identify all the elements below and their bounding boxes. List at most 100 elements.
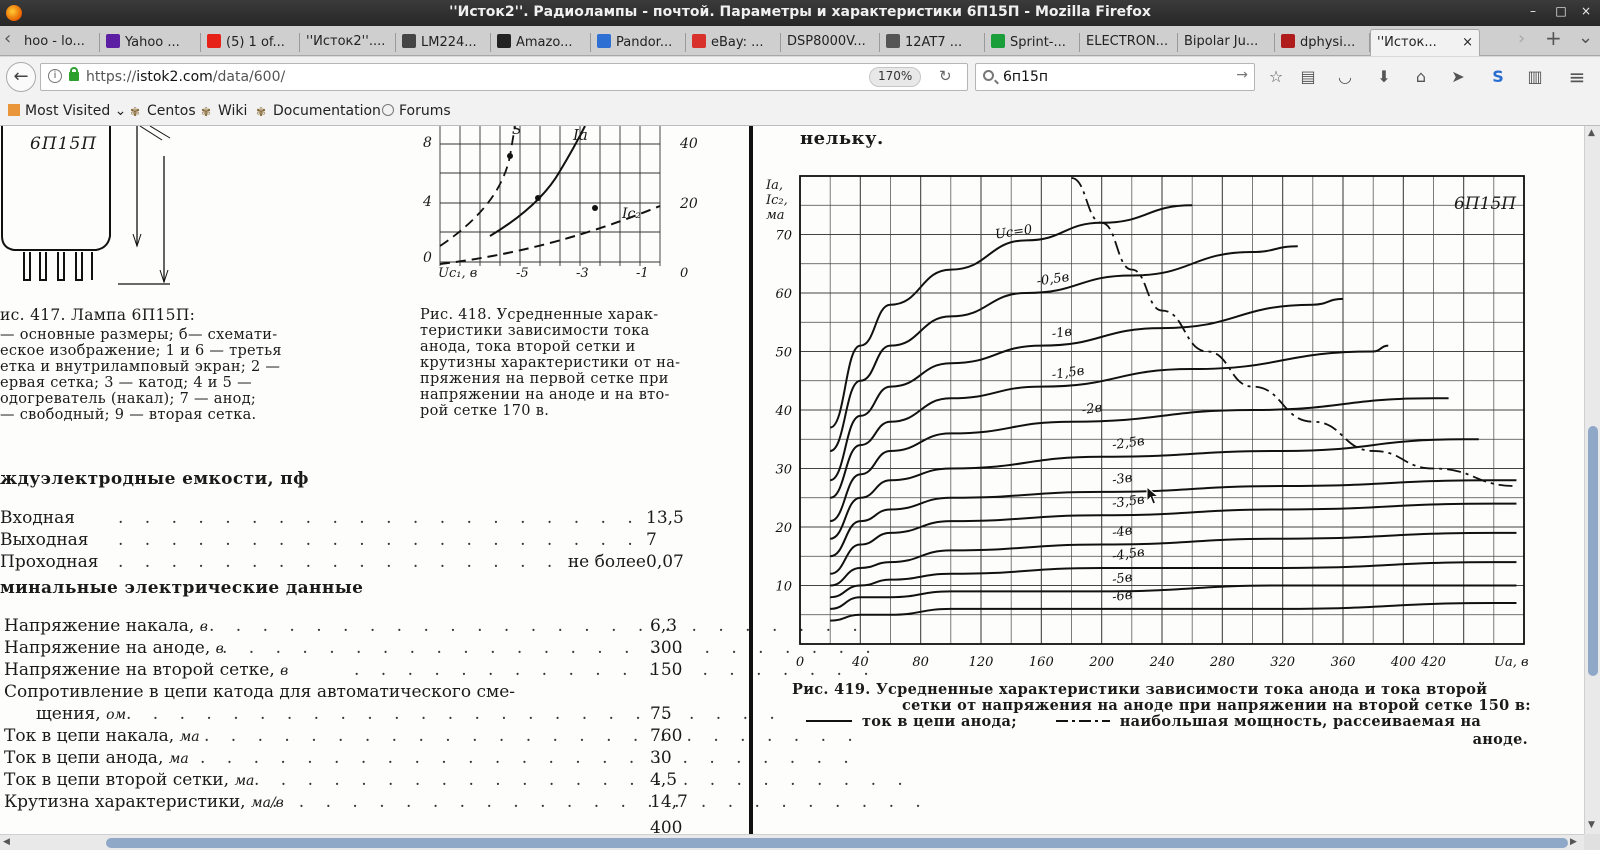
- fig418-xtick--1: -1: [636, 266, 649, 281]
- scroll-down-icon[interactable]: ▼: [1588, 820, 1595, 830]
- series-label: -3,5в: [1111, 492, 1145, 511]
- scroll-left-icon[interactable]: ◀: [3, 837, 10, 847]
- x-axis-label: Ua, в: [1494, 655, 1529, 670]
- horizontal-scrollbar[interactable]: ◀ ▶: [0, 834, 1584, 850]
- maximize-button[interactable]: □: [1552, 4, 1570, 22]
- home-icon[interactable]: ⌂: [1410, 66, 1432, 88]
- horizontal-scroll-thumb[interactable]: [106, 838, 1568, 848]
- close-window-button[interactable]: ×: [1577, 4, 1595, 22]
- downloads-icon[interactable]: ⬇: [1373, 66, 1395, 88]
- y-tick-label: 60: [775, 287, 792, 302]
- vertical-scroll-thumb[interactable]: [1588, 426, 1598, 676]
- chip-icon: [402, 34, 416, 48]
- sprint-icon: [991, 34, 1005, 48]
- new-tab-button[interactable]: +: [1545, 26, 1562, 50]
- tab[interactable]: eBay: ...: [686, 29, 781, 56]
- y-tick-label: 30: [775, 463, 792, 478]
- list-all-tabs-button[interactable]: ⌄: [1578, 27, 1593, 48]
- y-tick-label: 20: [774, 521, 792, 536]
- search-bar[interactable]: 6п15п →: [975, 63, 1255, 91]
- legend-dash-dot-line: [1055, 720, 1110, 722]
- tab[interactable]: 12AT7 ...: [880, 29, 985, 56]
- cut-off-value: 400: [650, 818, 683, 834]
- scroll-right-icon[interactable]: ▶: [1570, 837, 1577, 847]
- site-info-icon[interactable]: i: [48, 69, 62, 83]
- search-input[interactable]: 6п15п: [1003, 69, 1048, 85]
- bookmark-documentation[interactable]: ✾ Documentation: [256, 103, 381, 119]
- scroll-up-icon[interactable]: ▲: [1588, 128, 1595, 138]
- bookmark-page-icon: ✾: [256, 105, 267, 119]
- tab[interactable]: dphysi...: [1275, 29, 1370, 56]
- bookmark-page-icon: ✾: [201, 105, 212, 119]
- legend-solid-line: [806, 720, 852, 722]
- spec-row: Ток в цепи второй сетки, ма. . . . . . .…: [4, 770, 911, 790]
- fig417-tube-label: 6П15П: [30, 134, 98, 154]
- spec-row: Ток в цепи анода, ма. . . . . . . . . . …: [4, 748, 857, 768]
- x-tick-label: 80: [912, 655, 929, 670]
- left-column: 6П15П ис. 417. Лампа 6П15П: — основные р…: [0, 126, 929, 834]
- reader-view-icon[interactable]: ▤: [1297, 66, 1319, 88]
- bookmark-most-visited[interactable]: Most Visited ⌄: [8, 103, 126, 119]
- x-tick-label: 400: [1390, 655, 1416, 670]
- search-go-icon[interactable]: →: [1236, 67, 1248, 83]
- window-titlebar: ''Исток2''. Радиолампы - почтой. Парамет…: [0, 0, 1600, 26]
- tab[interactable]: LM224...: [396, 29, 491, 56]
- bookmark-forums[interactable]: Forums: [382, 103, 451, 119]
- tab[interactable]: hoo - lo...: [18, 29, 100, 56]
- sidebar-icon[interactable]: ▥: [1524, 66, 1546, 88]
- reload-icon[interactable]: ↻: [939, 67, 952, 85]
- fig418-curve-label-ic2: Ic₂: [622, 206, 641, 222]
- tab[interactable]: Yahoo ...: [100, 29, 201, 56]
- send-tab-icon[interactable]: ➤: [1447, 66, 1469, 88]
- x-tick-label: 120: [969, 655, 994, 670]
- close-tab-icon[interactable]: ×: [1462, 35, 1473, 50]
- fig419-caption: Рис. 419. Усредненные характеристики зав…: [792, 681, 1531, 748]
- series-label: -6в: [1111, 588, 1133, 606]
- series-label: -1в: [1051, 324, 1073, 342]
- spec-row: Напряжение на второй сетке, в. . . . . .…: [4, 660, 877, 680]
- fig418-ytick-4: 4: [423, 194, 432, 210]
- amazon-icon: [497, 34, 511, 48]
- series-label: -5в: [1111, 570, 1133, 588]
- zoom-level-button[interactable]: 170%: [869, 67, 922, 87]
- url-text[interactable]: https://istok2.com/data/600/: [86, 69, 285, 85]
- spec-row: Ток в цепи накала, ма. . . . . . . . . .…: [4, 726, 861, 746]
- bookmark-wiki[interactable]: ✾ Wiki: [201, 103, 247, 119]
- chevron-down-icon: ⌄: [110, 103, 127, 119]
- spec-row: Входная . . . . . . . . . . . . . . . . …: [0, 508, 684, 528]
- fig418-xtick-0: 0: [680, 266, 689, 281]
- back-button[interactable]: ←: [6, 62, 36, 92]
- bookmark-star-icon[interactable]: ☆: [1265, 66, 1287, 88]
- spec-row: Напряжение на аноде, в. . . . . . . . . …: [4, 638, 879, 658]
- skype-extension-icon[interactable]: S: [1487, 66, 1509, 88]
- fig419-chart: Uс=0-0,5в-1в-1,5в-2в-2,5в-3в-3,5в-4в-4,5…: [774, 175, 1529, 670]
- tab[interactable]: (5) 1 of...: [201, 29, 300, 56]
- spec-row: Напряжение накала, в. . . . . . . . . . …: [4, 616, 866, 636]
- fig419-tube-label: 6П15П: [1454, 194, 1517, 214]
- tab[interactable]: Amazo...: [491, 29, 591, 56]
- tab[interactable]: Pandor...: [591, 29, 686, 56]
- minimize-button[interactable]: –: [1524, 4, 1542, 22]
- url-bar[interactable]: i https://istok2.com/data/600/ 170% ↻: [40, 63, 968, 91]
- globe-icon: [382, 104, 394, 116]
- tab[interactable]: Sprint-...: [985, 29, 1080, 56]
- tab[interactable]: ''Исток2''....: [300, 29, 396, 56]
- spec-row: Крутизна характеристики, ма/в. . . . . .…: [4, 792, 929, 812]
- menu-hamburger-icon[interactable]: ≡: [1566, 66, 1588, 88]
- tab[interactable]: DSP8000V...: [781, 29, 880, 56]
- ebay-icon: [692, 34, 706, 48]
- tab-active[interactable]: ''Исток... ×: [1370, 29, 1480, 56]
- bookmark-page-icon: ✾: [130, 105, 141, 119]
- tab-scroll-left-button[interactable]: ‹: [4, 28, 11, 49]
- x-tick-label: 240: [1149, 655, 1175, 670]
- vertical-scrollbar[interactable]: ▲ ▼: [1584, 126, 1600, 834]
- tab-scroll-right-button[interactable]: ›: [1518, 28, 1525, 49]
- x-tick-label: 40: [851, 655, 869, 670]
- tab[interactable]: ELECTRON...: [1080, 29, 1178, 56]
- pocket-icon[interactable]: ◡: [1334, 66, 1356, 88]
- y-tick-label: 50: [775, 346, 792, 361]
- fig418-caption: Рис. 418. Усредненные харак- теристики з…: [420, 307, 681, 419]
- bookmarks-toolbar: Most Visited ⌄ ✾ Centos ✾ Wiki ✾ Documentat…: [0, 97, 1600, 126]
- bookmark-centos[interactable]: ✾ Centos: [130, 103, 196, 119]
- tab[interactable]: Bipolar Ju...: [1178, 29, 1275, 56]
